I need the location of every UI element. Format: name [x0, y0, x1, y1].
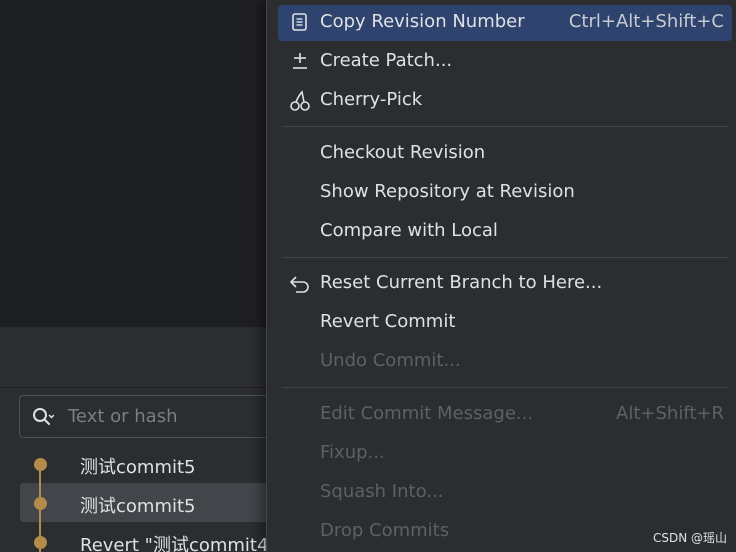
menu-item-fixup[interactable]: Fixup... — [278, 436, 732, 472]
menu-item-label: Revert Commit — [320, 311, 456, 332]
menu-item-show-repository[interactable]: Show Repository at Revision — [278, 175, 732, 211]
menu-item-checkout-revision[interactable]: Checkout Revision — [278, 136, 732, 172]
menu-item-label: Reset Current Branch to Here... — [320, 272, 603, 293]
commit-message: 测试commit5 — [80, 457, 196, 478]
menu-item-create-patch[interactable]: Create Patch... — [278, 44, 732, 80]
menu-item-label: Copy Revision Number — [320, 11, 525, 32]
commit-graph-node — [34, 497, 47, 510]
menu-item-label: Edit Commit Message... — [320, 403, 534, 424]
copy-icon — [288, 11, 312, 35]
menu-item-revert-commit[interactable]: Revert Commit — [278, 305, 732, 341]
menu-separator — [283, 126, 728, 127]
plus-minus-icon — [288, 50, 312, 74]
commit-message: 测试commit5 — [80, 496, 196, 517]
menu-item-shortcut: Ctrl+Alt+Shift+C — [568, 11, 724, 32]
menu-item-label: Drop Commits — [320, 520, 450, 541]
menu-item-edit-commit-message[interactable]: Edit Commit Message... Alt+Shift+R — [278, 397, 732, 433]
menu-item-label: Create Patch... — [320, 50, 453, 71]
menu-item-label: Cherry-Pick — [320, 89, 423, 110]
menu-item-label: Undo Commit... — [320, 350, 461, 371]
menu-item-reset-branch[interactable]: Reset Current Branch to Here... — [278, 266, 732, 302]
cherry-icon — [288, 89, 312, 113]
menu-item-label: Compare with Local — [320, 220, 498, 241]
menu-item-shortcut: Alt+Shift+R — [616, 403, 724, 424]
search-icon — [32, 407, 55, 427]
search-input[interactable]: Text or hash — [19, 395, 279, 438]
search-placeholder: Text or hash — [68, 406, 178, 427]
commit-graph-node — [34, 536, 47, 549]
watermark: CSDN @瑶山 — [653, 531, 728, 545]
menu-item-compare-with-local[interactable]: Compare with Local — [278, 214, 732, 250]
menu-item-label: Checkout Revision — [320, 142, 486, 163]
undo-arrow-icon — [288, 272, 312, 296]
menu-item-cherry-pick[interactable]: Cherry-Pick — [278, 83, 732, 119]
menu-item-label: Fixup... — [320, 442, 385, 463]
context-menu: Copy Revision Number Ctrl+Alt+Shift+C Cr… — [266, 0, 736, 552]
menu-item-squash-into[interactable]: Squash Into... — [278, 475, 732, 511]
menu-item-label: Show Repository at Revision — [320, 181, 575, 202]
commit-graph-node — [34, 458, 47, 471]
menu-item-copy-revision-number[interactable]: Copy Revision Number Ctrl+Alt+Shift+C — [278, 5, 732, 41]
commit-message: Revert "测试commit4" — [80, 535, 277, 552]
menu-separator — [283, 257, 728, 258]
menu-separator — [283, 387, 728, 388]
menu-item-label: Squash Into... — [320, 481, 444, 502]
menu-item-undo-commit[interactable]: Undo Commit... — [278, 344, 732, 380]
